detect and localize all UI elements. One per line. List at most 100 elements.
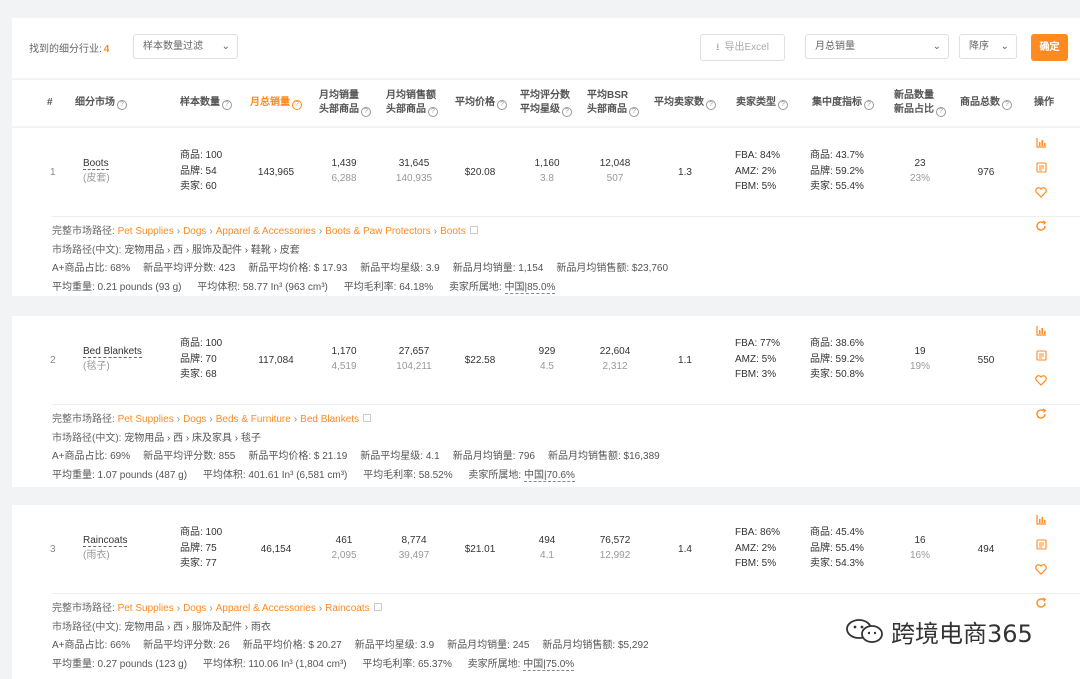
new-products-cell: 16 16%: [898, 533, 942, 563]
found-label: 找到的细分行业:: [29, 44, 102, 55]
help-icon[interactable]: ?: [222, 100, 232, 110]
help-icon[interactable]: ?: [292, 100, 302, 110]
chart-icon[interactable]: [1034, 325, 1048, 339]
path-segment-link[interactable]: Boots: [440, 226, 466, 237]
path-segment-link[interactable]: Pet Supplies: [118, 603, 174, 614]
market-name-link[interactable]: Raincoats: [83, 535, 128, 547]
seller-type-line: FBM: 3%: [735, 369, 777, 380]
header-bsr[interactable]: 平均BSR 头部商品?: [587, 80, 639, 126]
path-segment-link[interactable]: Beds & Furniture: [216, 414, 291, 425]
new-ratio: 16%: [909, 550, 930, 561]
header-sellers[interactable]: 平均卖家数?: [654, 80, 716, 126]
seller-origin[interactable]: 中国|75.0%: [523, 658, 575, 671]
heart-icon[interactable]: [1034, 187, 1048, 201]
path-segment-link[interactable]: Raincoats: [325, 603, 369, 614]
seller-origin-label: 卖家所属地:: [468, 469, 522, 481]
path-segment-link[interactable]: Bed Blankets: [300, 414, 359, 425]
header-total[interactable]: 商品总数?: [960, 80, 1012, 126]
header-avg-sales[interactable]: 月均销量 头部商品?: [319, 80, 371, 126]
confirm-button[interactable]: 确定: [1031, 34, 1068, 61]
header-concentration-label: 集中度指标: [812, 97, 862, 108]
chevron-right-icon: ›: [209, 414, 213, 425]
header-sample[interactable]: 样本数量?: [180, 80, 232, 126]
heart-icon[interactable]: [1034, 564, 1048, 578]
row-divider: [52, 216, 1080, 217]
sample-count-line: 卖家: 60: [180, 181, 217, 192]
header-avg-revenue[interactable]: 月均销售额 头部商品?: [386, 80, 438, 126]
help-icon[interactable]: ?: [497, 100, 507, 110]
header-reviews[interactable]: 平均评分数 平均星级?: [520, 80, 572, 126]
new-product-stat: 新品月均销售额: $23,760: [556, 263, 669, 274]
sort-order-value: 降序: [969, 41, 989, 52]
header-seller-type[interactable]: 卖家类型?: [736, 80, 788, 126]
refresh-icon[interactable]: [1034, 597, 1048, 611]
avg-revenue-cell: 31,645 140,935: [386, 156, 442, 186]
external-link-icon[interactable]: [469, 226, 478, 234]
new-product-stat: 新品平均价格: $ 17.93: [248, 263, 348, 274]
path-segment-link[interactable]: Dogs: [183, 226, 206, 237]
sort-metric-select[interactable]: 月总销量 ⌄: [805, 34, 949, 59]
help-icon[interactable]: ?: [864, 100, 874, 110]
path-segment-link[interactable]: Dogs: [183, 414, 206, 425]
path-segment-link[interactable]: Apparel & Accessories: [216, 226, 316, 237]
sample-filter-select[interactable]: 样本数量过滤 ⌄: [133, 34, 238, 59]
new-product-stat: A+商品占比: 66%: [52, 640, 131, 651]
avg-sales-cell: 461 2,095: [319, 533, 369, 563]
help-icon[interactable]: ?: [562, 107, 572, 117]
avg-price: $22.58: [464, 355, 496, 366]
help-icon[interactable]: ?: [706, 100, 716, 110]
document-icon[interactable]: [1034, 350, 1048, 364]
heart-icon[interactable]: [1034, 375, 1048, 389]
header-avg-price-label: 平均价格: [455, 97, 495, 108]
path-segment-link[interactable]: Pet Supplies: [118, 414, 174, 425]
seller-origin[interactable]: 中国|70.6%: [523, 469, 575, 482]
sort-order-select[interactable]: 降序 ⌄: [959, 34, 1017, 59]
path-segment-link[interactable]: Dogs: [183, 603, 206, 614]
header-monthly-total[interactable]: 月总销量?: [250, 80, 302, 126]
header-avg-price[interactable]: 平均价格?: [455, 80, 507, 126]
physical-stats-line: 平均重量: 0.27 pounds (123 g) 平均体积: 110.06 I…: [52, 656, 662, 675]
download-icon: ⭳: [716, 42, 720, 53]
concentration-line: 商品: 38.6%: [810, 338, 864, 349]
refresh-icon[interactable]: [1034, 408, 1048, 422]
avg-revenue: 31,645: [398, 158, 430, 169]
chart-icon[interactable]: [1034, 514, 1048, 528]
external-link-icon[interactable]: [363, 414, 372, 422]
help-icon[interactable]: ?: [428, 107, 438, 117]
header-concentration[interactable]: 集中度指标?: [812, 80, 874, 126]
document-icon[interactable]: [1034, 539, 1048, 553]
help-icon[interactable]: ?: [936, 107, 946, 117]
path-segment-link[interactable]: Pet Supplies: [118, 226, 174, 237]
avg-margin: 平均毛利率: 58.52%: [363, 469, 453, 481]
chevron-right-icon: ›: [433, 226, 438, 237]
row-index: 1: [50, 167, 56, 178]
help-icon[interactable]: ?: [629, 107, 639, 117]
header-new-products[interactable]: 新品数量 新品占比?: [894, 80, 946, 126]
help-icon[interactable]: ?: [1002, 100, 1012, 110]
help-icon[interactable]: ?: [778, 100, 788, 110]
full-path-line: 完整市场路径: Pet Supplies › Dogs › Apparel & Acce…: [52, 223, 681, 242]
avg-revenue-cell: 27,657 104,211: [386, 344, 442, 374]
refresh-icon[interactable]: [1034, 220, 1048, 234]
header-market[interactable]: 细分市场?: [75, 80, 127, 126]
path-segment-link[interactable]: Boots & Paw Protectors: [325, 226, 431, 237]
full-path-label: 完整市场路径:: [52, 603, 115, 614]
chart-icon[interactable]: [1034, 137, 1048, 151]
path-segment-link[interactable]: Apparel & Accessories: [216, 603, 316, 614]
sample-filter-placeholder: 样本数量过滤: [143, 41, 203, 52]
external-link-icon[interactable]: [373, 603, 382, 611]
avg-sales: 461: [335, 535, 353, 546]
toolbar: 找到的细分行业: 4 样本数量过滤 ⌄ ⭳ 导出Excel 月总销量 ⌄ 降序 ⌄ …: [12, 18, 1080, 78]
new-count: 23: [914, 158, 926, 169]
document-icon[interactable]: [1034, 162, 1048, 176]
cn-path: 宠物用品 › 西 › 床及家具 › 毯子: [124, 432, 261, 444]
market-name-link[interactable]: Bed Blankets: [83, 346, 142, 358]
avg-sales-head: 4,519: [331, 361, 357, 372]
reviews-cell: 1,160 3.8: [522, 156, 572, 186]
help-icon[interactable]: ?: [117, 100, 127, 110]
header-seller-type-label: 卖家类型: [736, 97, 776, 108]
help-icon[interactable]: ?: [361, 107, 371, 117]
export-excel-button[interactable]: ⭳ 导出Excel: [700, 34, 785, 61]
market-name-link[interactable]: Boots: [83, 158, 109, 170]
seller-origin[interactable]: 中国|85.0%: [504, 281, 556, 294]
